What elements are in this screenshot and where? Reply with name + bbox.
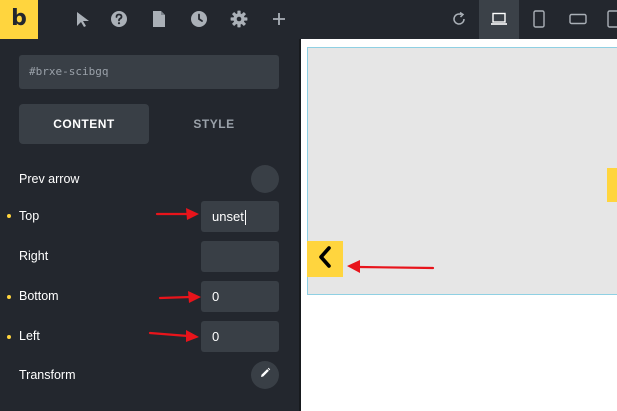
history-icon[interactable] [189,9,209,29]
pointer-icon[interactable] [73,9,93,29]
prev-arrow-button[interactable] [307,241,343,277]
tab-style[interactable]: STYLE [149,104,279,144]
text-cursor [244,210,246,226]
top-input-value: unset [212,209,244,224]
bottom-label: Bottom [19,289,59,303]
reload-icon[interactable] [449,9,469,29]
prev-arrow-label: Prev arrow [19,172,80,186]
transform-label: Transform [19,368,76,382]
settings-panel: #brxe-scibgq CONTENT STYLE Prev arrow To… [0,39,299,411]
device-laptop-active[interactable] [479,0,519,39]
top-label: Top [19,209,40,223]
top-modified-dot [7,214,11,218]
phone-landscape-icon[interactable] [568,9,588,29]
left-label: Left [19,329,40,343]
next-arrow-button[interactable] [607,168,617,202]
gear-icon[interactable] [229,9,249,29]
prev-arrow-icon-picker[interactable] [251,165,279,193]
tab-content[interactable]: CONTENT [19,104,149,144]
transform-edit-button[interactable] [251,361,279,389]
right-label: Right [19,249,49,263]
plus-icon[interactable] [269,9,289,29]
pencil-icon [259,366,271,384]
bottom-input[interactable]: 0 [201,281,279,312]
laptop-icon[interactable] [489,9,509,29]
left-input[interactable]: 0 [201,321,279,352]
left-modified-dot [7,335,11,339]
chevron-left-icon [317,245,333,274]
right-input[interactable] [201,241,279,272]
bricks-logo[interactable]: b [0,0,38,39]
top-input[interactable]: unset [201,201,279,232]
slider-preview[interactable] [307,47,617,295]
help-icon[interactable] [109,9,129,29]
bottom-modified-dot [7,295,11,299]
device-more-icon[interactable] [606,9,617,29]
builder-toolbar: b [0,0,617,39]
element-id-field[interactable]: #brxe-scibgq [19,55,279,89]
page-icon[interactable] [149,9,169,29]
phone-portrait-icon[interactable] [529,9,549,29]
panel-divider [299,39,301,411]
